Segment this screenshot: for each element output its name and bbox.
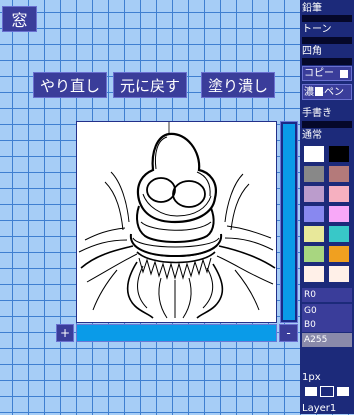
sketch-drawing xyxy=(78,122,276,319)
color-swatch[interactable] xyxy=(303,205,325,223)
pen-tool-label: 濃いペン xyxy=(304,87,344,98)
copy-indicator-icon xyxy=(340,70,348,78)
vertical-scroll-thumb[interactable] xyxy=(283,124,295,320)
zoom-in-button[interactable]: + xyxy=(56,324,74,342)
blend-mode-selector[interactable]: 通常 xyxy=(302,130,322,142)
color-swatch[interactable] xyxy=(328,185,350,203)
fill-button[interactable]: 塗り潰し xyxy=(201,72,275,98)
pencil-size-slider[interactable] xyxy=(302,15,352,22)
copy-tool-label: コピー xyxy=(304,68,334,79)
undo-button[interactable]: 元に戻す xyxy=(113,72,187,98)
square-tool[interactable]: 四角 xyxy=(302,46,322,58)
brush-size-label[interactable]: 1px xyxy=(302,372,321,384)
brush-size-medium[interactable] xyxy=(320,386,334,397)
alpha-field[interactable]: A255 xyxy=(302,333,352,347)
horizontal-scrollbar[interactable] xyxy=(76,324,277,342)
color-swatch[interactable] xyxy=(303,165,325,183)
layer-selector[interactable]: Layer1 xyxy=(302,403,336,415)
color-swatch[interactable] xyxy=(328,165,350,183)
color-swatch[interactable] xyxy=(328,225,350,243)
blue-field[interactable]: B0 xyxy=(302,318,352,332)
handwriting-slider[interactable] xyxy=(302,121,352,128)
color-swatch[interactable] xyxy=(303,265,325,283)
brush-size-large[interactable] xyxy=(336,386,350,397)
red-field[interactable]: R0 xyxy=(302,288,352,302)
redo-button[interactable]: やり直し xyxy=(33,72,107,98)
color-swatch[interactable] xyxy=(328,205,350,223)
color-swatch[interactable] xyxy=(303,185,325,203)
pen-indicator-icon xyxy=(315,87,323,96)
color-swatch[interactable] xyxy=(328,245,350,263)
vertical-scrollbar[interactable] xyxy=(280,121,298,323)
pen-tool[interactable]: 濃いペン xyxy=(302,84,352,100)
color-swatch[interactable] xyxy=(328,265,350,283)
brush-size-small[interactable] xyxy=(304,386,318,397)
green-field[interactable]: G0 xyxy=(302,304,352,318)
handwriting-tool[interactable]: 手書き xyxy=(302,108,332,120)
copy-tool[interactable]: コピー xyxy=(302,66,352,81)
color-swatch[interactable] xyxy=(328,145,350,163)
color-swatch[interactable] xyxy=(303,245,325,263)
color-swatch[interactable] xyxy=(303,225,325,243)
color-swatch[interactable] xyxy=(303,145,325,163)
tone-slider[interactable] xyxy=(302,37,352,44)
tone-tool[interactable]: トーン xyxy=(302,24,332,36)
zoom-out-button[interactable]: - xyxy=(279,324,298,342)
window-button[interactable]: 窓 xyxy=(2,6,37,32)
square-slider[interactable] xyxy=(302,58,352,65)
pencil-tool[interactable]: 鉛筆 xyxy=(302,3,322,15)
drawing-canvas[interactable] xyxy=(76,121,277,323)
